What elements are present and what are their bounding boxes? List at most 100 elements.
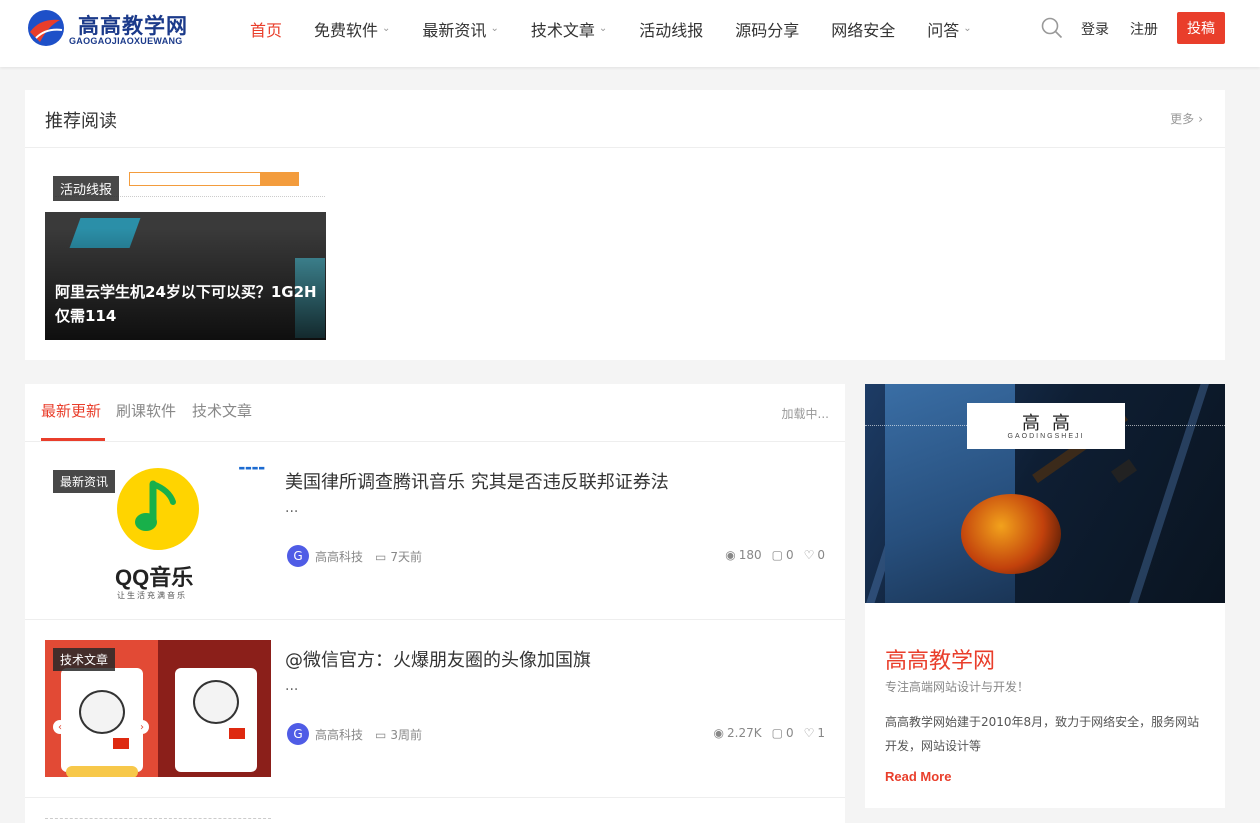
avatar[interactable]: G (287, 723, 309, 745)
nav-item-news[interactable]: 最新资讯 ⌄ (422, 17, 498, 41)
post-title[interactable]: 美国律所调查腾讯音乐 究其是否违反联邦证券法 (285, 468, 669, 494)
post-stats: ◉ 180 ▢ 0 ♡ 0 (725, 548, 825, 562)
nav-item-tech-articles[interactable]: 技术文章 ⌄ (531, 17, 607, 41)
comment-count-value: 0 (785, 726, 794, 740)
music-note-icon (135, 480, 176, 531)
sidebar-description: 高高教学网始建于2010年8月，致力于网络安全，服务网站开发，网站设计等 (885, 715, 1200, 753)
post-date: ▭ 7天前 (375, 548, 422, 565)
tab-tech-articles[interactable]: 技术文章 (192, 400, 252, 421)
post-item: ▬▬▬▬ QQ音乐 让生活充满音乐 最新资讯 美国律所调查腾讯音乐 究其是否违反… (25, 442, 845, 620)
comment-icon: ▢ (771, 548, 783, 562)
post-thumbnail[interactable]: ‹ › 技术文章 (45, 640, 271, 777)
eye-icon: ◉ (713, 726, 725, 740)
post-item: ‹ › 技术文章 @微信官方：火爆朋友圈的头像加国旗 ... G 高高科技 ▭ … (25, 620, 845, 798)
author-name[interactable]: 高高科技 (315, 726, 363, 743)
post-list-section: 最新更新 刷课软件 技术文章 加载中... ▬▬▬▬ QQ音乐 让生活充满音乐 … (25, 384, 845, 823)
thumbnail-button (66, 766, 138, 777)
category-tag[interactable]: 技术文章 (53, 648, 116, 671)
post-date-text: 3周前 (390, 728, 422, 742)
post-date-text: 7天前 (390, 550, 422, 564)
thumbnail-text: QQ音乐 (115, 565, 194, 590)
sidebar-banner-image[interactable]: 高高 GAODINGSHEJI (865, 384, 1225, 603)
nav-item-security[interactable]: 网络安全 (831, 17, 895, 41)
tab-course-software[interactable]: 刷课软件 (116, 400, 176, 421)
search-icon[interactable] (1041, 17, 1063, 39)
chevron-right-icon: › (1198, 111, 1203, 126)
view-count: ◉ 2.27K (714, 726, 762, 740)
logo-subtitle: GAOGAOJIAOXUEWANG (69, 36, 183, 46)
like-count-value: 1 (817, 726, 825, 740)
post-date: ▭ 3周前 (375, 726, 422, 743)
tab-latest[interactable]: 最新更新 (41, 400, 101, 421)
nav-label: 源码分享 (735, 20, 800, 40)
view-count-value: 2.27K (727, 726, 762, 740)
heart-icon: ♡ (803, 548, 815, 562)
register-link[interactable]: 注册 (1130, 19, 1158, 39)
author-name[interactable]: 高高科技 (315, 548, 363, 565)
like-button[interactable]: ♡ 0 (804, 548, 825, 562)
more-link[interactable]: 更多 › (1170, 110, 1203, 127)
chevron-down-icon: ⌄ (598, 23, 608, 34)
nav-item-qa[interactable]: 问答 ⌄ (927, 17, 971, 41)
post-title[interactable]: @微信官方：火爆朋友圈的头像加国旗 (285, 646, 591, 672)
nav-item-deals[interactable]: 活动线报 (639, 17, 703, 41)
heart-icon: ♡ (803, 726, 815, 740)
recommended-section: 推荐阅读 更多 › 活动线报 阿里云学生机24岁以下可以买？1G2H仅需114 (25, 90, 1225, 360)
view-count: ◉ 180 (725, 548, 761, 562)
nav-label: 免费软件 (314, 20, 379, 40)
guitar-image (961, 494, 1061, 574)
post-excerpt: ... (285, 678, 299, 694)
chevron-down-icon: ⌄ (963, 23, 972, 34)
sidebar-subtitle: 专注高端网站设计与开发！ (885, 680, 1030, 694)
avatar-face-image (79, 690, 125, 734)
category-tag[interactable]: 活动线报 (53, 176, 120, 201)
post-thumbnail[interactable]: ▬▬▬▬ QQ音乐 让生活充满音乐 最新资讯 (45, 462, 271, 599)
view-count-value: 180 (738, 548, 762, 562)
nav-label: 首页 (250, 20, 283, 40)
nav-label: 网络安全 (831, 20, 896, 40)
chevron-down-icon: ⌄ (382, 23, 391, 34)
like-count-value: 0 (817, 548, 825, 562)
stage-light (1125, 384, 1213, 603)
sidebar-title[interactable]: 高高教学网 (885, 643, 995, 675)
thumbnail-subtext: 让生活充满音乐 (117, 591, 187, 599)
comment-count: ▢ 0 (772, 548, 794, 562)
nav-label: 问答 (927, 20, 960, 40)
submit-post-button[interactable]: 投稿 (1177, 12, 1225, 44)
nav-label: 活动线报 (639, 20, 704, 40)
post-stats: ◉ 2.27K ▢ 0 ♡ 1 (714, 726, 825, 740)
avatar-face-image (193, 680, 239, 724)
more-label: 更多 (1170, 112, 1195, 126)
brand-box: 高高 GAODINGSHEJI (967, 403, 1125, 449)
recommended-card[interactable]: 活动线报 阿里云学生机24岁以下可以买？1G2H仅需114 (45, 168, 326, 340)
sidebar-widget: 高高 GAODINGSHEJI 高高教学网 专注高端网站设计与开发！ 高高教学网… (865, 384, 1225, 808)
section-header: 推荐阅读 更多 › (25, 90, 1225, 148)
brand-name: 高高 (1022, 413, 1082, 434)
login-link[interactable]: 登录 (1081, 19, 1109, 39)
active-tab-indicator (41, 438, 105, 441)
chevron-right-icon: › (135, 720, 149, 734)
like-button[interactable]: ♡ 1 (804, 726, 825, 740)
nav-item-home[interactable]: 首页 (250, 17, 282, 41)
comment-icon: ▢ (771, 726, 783, 740)
comment-count-value: 0 (785, 548, 794, 562)
category-tag[interactable]: 最新资讯 (53, 470, 116, 493)
read-more-link[interactable]: Read More (885, 769, 951, 784)
site-header: 高高教学网 GAOGAOJIAOXUEWANG 首页 免费软件 ⌄ 最新资讯 ⌄ 技… (0, 0, 1260, 67)
chevron-left-icon: ‹ (53, 720, 67, 734)
logo-icon (28, 10, 64, 46)
card-title[interactable]: 阿里云学生机24岁以下可以买？1G2H仅需114 (55, 280, 317, 328)
flag-icon (229, 728, 245, 739)
main-nav: 首页 免费软件 ⌄ 最新资讯 ⌄ 技术文章 ⌄ 活动线报 源码分享 网络安全 问答 ⌄ (234, 0, 988, 57)
avatar[interactable]: G (287, 545, 309, 567)
eye-icon: ◉ (725, 548, 736, 562)
post-tabs: 最新更新 刷课软件 技术文章 加载中... (25, 384, 845, 442)
calendar-icon: ▭ (375, 727, 387, 742)
site-logo[interactable]: 高高教学网 GAOGAOJIAOXUEWANG (26, 8, 201, 52)
nav-item-source-code[interactable]: 源码分享 (735, 17, 799, 41)
nav-label: 最新资讯 (422, 20, 487, 40)
brand-subtitle: GAODINGSHEJI (1007, 433, 1085, 440)
chevron-down-icon: ⌄ (490, 23, 499, 34)
comment-count: ▢ 0 (772, 726, 794, 740)
nav-item-free-software[interactable]: 免费软件 ⌄ (314, 17, 390, 41)
